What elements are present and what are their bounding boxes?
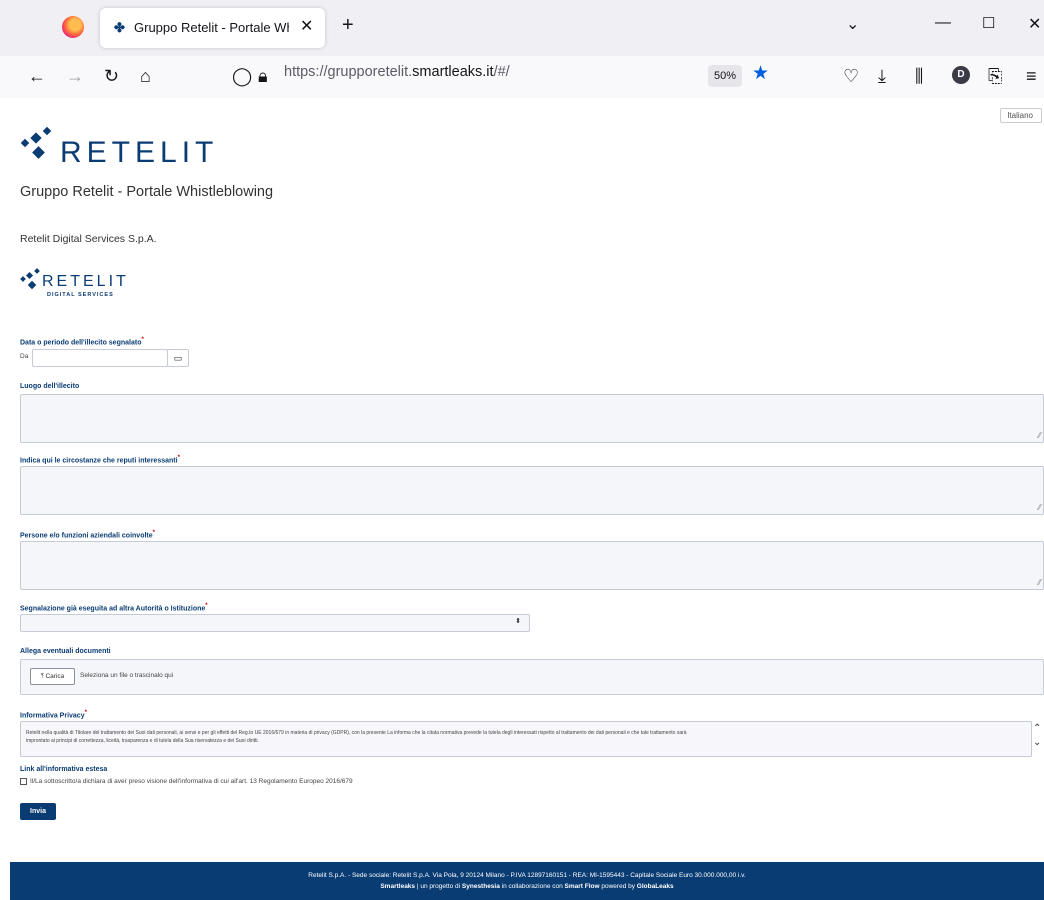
- attach-label: Allega eventuali documenti: [20, 648, 111, 655]
- account-avatar[interactable]: D: [952, 66, 970, 84]
- forward-icon[interactable]: →: [66, 66, 84, 87]
- circumstances-textarea[interactable]: ⁄⁄: [20, 466, 1044, 515]
- footer-text: in collaborazione con: [499, 883, 565, 890]
- privacy-text-line-2: improntato ai principi di correttezza, l…: [26, 738, 259, 744]
- footer: Retelit S.p.A. - Sede sociale: Retelit S…: [10, 862, 1044, 900]
- consent-row: Il/La sottoscritto/a dichiara di aver pr…: [20, 778, 353, 785]
- date-from-input[interactable]: [32, 349, 168, 367]
- browser-tab-active[interactable]: ✤ Gruppo Retelit - Portale Whistle ✕: [100, 8, 325, 48]
- place-label: Luogo dell'illecito: [20, 383, 80, 390]
- list-all-tabs-icon[interactable]: ⌄: [846, 14, 859, 34]
- footer-text: powered by: [599, 883, 637, 890]
- bookmark-star-icon[interactable]: ★: [752, 62, 769, 85]
- app-menu-icon[interactable]: ≡: [1026, 66, 1037, 87]
- footer-text: | un progetto di: [415, 883, 462, 890]
- privacy-label: Informativa Privacy*: [20, 710, 87, 720]
- date-from-label: Da: [20, 353, 29, 360]
- consent-checkbox[interactable]: [20, 778, 27, 785]
- privacy-link[interactable]: Link all'informativa estesa: [20, 766, 107, 773]
- retelit-digital-services-logo: RETELIT DIGITAL SERVICES: [20, 268, 130, 304]
- calendar-icon[interactable]: ▭: [167, 349, 189, 367]
- retelit-logo: RETELIT: [20, 126, 213, 176]
- persons-label: Persone e/o funzioni aziendali coinvolte…: [20, 530, 155, 540]
- language-selector[interactable]: Italiano: [1000, 108, 1042, 123]
- footer-link-synesthesia[interactable]: Synesthesia: [462, 883, 500, 890]
- submit-button[interactable]: Invia: [20, 803, 56, 820]
- logo2-wordmark: RETELIT: [42, 273, 129, 290]
- retelit-favicon-icon: ✤: [114, 20, 125, 35]
- persons-textarea[interactable]: ⁄⁄: [20, 541, 1044, 590]
- footer-link-globaleaks[interactable]: GlobaLeaks: [637, 883, 674, 890]
- upload-hint: Seleziona un file o trascinalo qui: [80, 672, 174, 679]
- company-name: Retelit Digital Services S.p.A.: [20, 233, 157, 245]
- pocket-icon[interactable]: ♡: [843, 66, 859, 87]
- privacy-scroll-arrows-icon[interactable]: ⌃ ⌄: [1033, 722, 1041, 750]
- footer-link-smartleaks[interactable]: Smartleaks: [380, 883, 415, 890]
- footer-company-info: Retelit S.p.A. - Sede sociale: Retelit S…: [308, 872, 746, 879]
- zoom-level[interactable]: 50%: [708, 65, 742, 87]
- url-text[interactable]: https://grupporetelit.smartleaks.it/#/: [284, 64, 510, 80]
- reload-icon[interactable]: ↻: [104, 66, 119, 87]
- close-window-icon[interactable]: ✕: [1028, 14, 1041, 34]
- home-icon[interactable]: ⌂: [140, 66, 151, 87]
- maximize-window-icon[interactable]: ☐: [982, 14, 995, 32]
- browser-nav-bar: ← → ↻ ⌂ ◯ 🔒︎ ♡ ⤓ ⫼ ⎘ ≡: [0, 56, 1044, 99]
- browser-tab-strip: ✤ Gruppo Retelit - Portale Whistle ✕ + ⌄…: [0, 0, 1044, 57]
- authority-label: Segnalazione già eseguita ad altra Autor…: [20, 603, 208, 613]
- lock-icon[interactable]: 🔒︎: [258, 66, 268, 87]
- downloads-icon[interactable]: ⤓: [878, 66, 886, 87]
- authority-select[interactable]: ⬍: [20, 614, 530, 632]
- page-title: Gruppo Retelit - Portale Whistleblowing: [20, 184, 274, 200]
- tab-title: Gruppo Retelit - Portale Whistle: [134, 20, 289, 35]
- consent-text: Il/La sottoscritto/a dichiara di aver pr…: [30, 778, 353, 786]
- privacy-text-line-1: Retelit nella qualità di Titolare del tr…: [26, 730, 687, 736]
- firefox-menu-icon[interactable]: [62, 16, 84, 38]
- upload-button[interactable]: ⤒ Carica: [30, 668, 75, 685]
- extensions-icon[interactable]: ⎘: [988, 66, 1002, 87]
- circumstances-label: Indica qui le circostanze che reputi int…: [20, 455, 180, 465]
- logo-wordmark: RETELIT: [60, 136, 219, 169]
- back-icon[interactable]: ←: [28, 66, 46, 87]
- resize-handle-icon[interactable]: ⁄⁄: [1038, 579, 1041, 587]
- upload-dropzone[interactable]: ⤒ Carica Seleziona un file o trascinalo …: [20, 659, 1044, 695]
- page-content: Italiano RETELIT Gruppo Retelit - Portal…: [0, 98, 1044, 900]
- logo2-subtitle: DIGITAL SERVICES: [47, 292, 114, 298]
- close-tab-icon[interactable]: ✕: [300, 16, 313, 36]
- shield-icon[interactable]: ◯: [232, 66, 252, 87]
- privacy-text-box[interactable]: Retelit nella qualità di Titolare del tr…: [20, 721, 1032, 757]
- library-icon[interactable]: ⫼: [915, 66, 923, 87]
- footer-link-smartflow[interactable]: Smart Flow: [565, 883, 600, 890]
- minimize-window-icon[interactable]: —: [935, 14, 951, 32]
- resize-handle-icon[interactable]: ⁄⁄: [1038, 504, 1041, 512]
- date-label: Data o periodo dell'illecito segnalato*: [20, 337, 144, 347]
- resize-handle-icon[interactable]: ⁄⁄: [1038, 432, 1041, 440]
- select-arrows-icon: ⬍: [515, 618, 521, 625]
- footer-credits: Smartleaks | un progetto di Synesthesia …: [10, 883, 1044, 890]
- new-tab-icon[interactable]: +: [342, 14, 354, 37]
- place-textarea[interactable]: ⁄⁄: [20, 394, 1044, 443]
